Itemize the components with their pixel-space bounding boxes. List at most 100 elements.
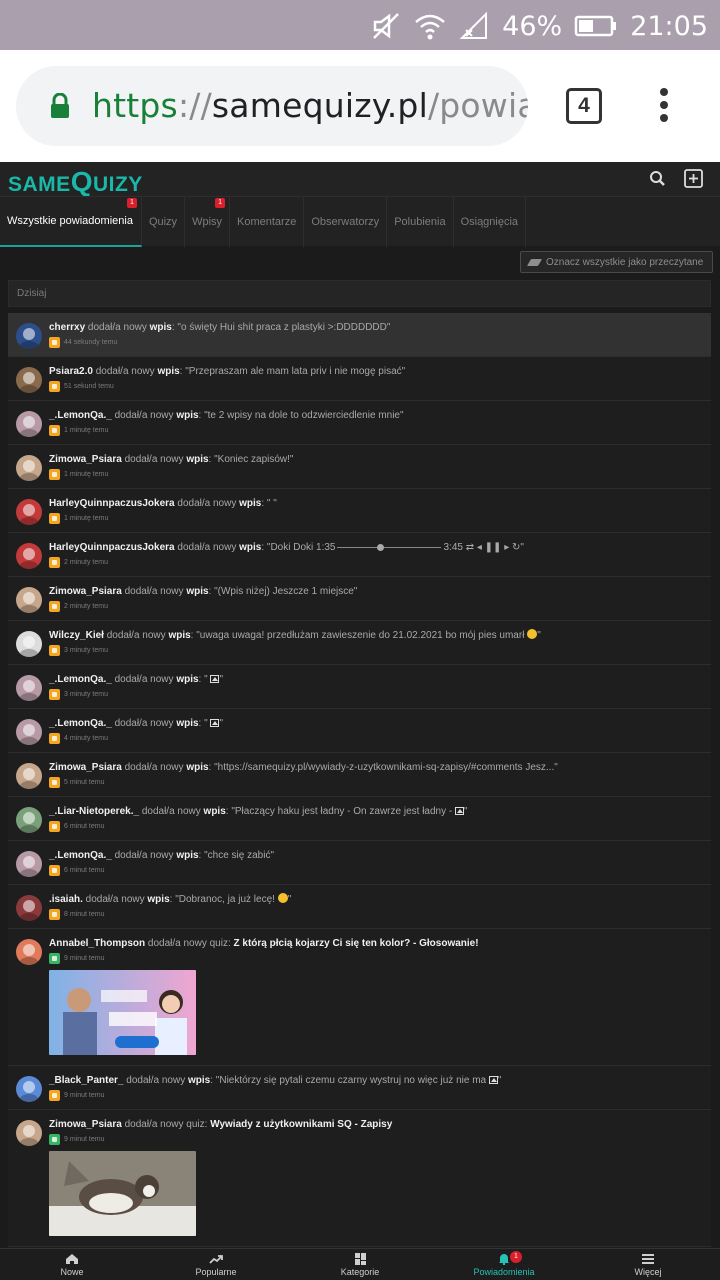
nav-kategorie[interactable]: Kategorie — [288, 1249, 432, 1280]
username-link[interactable]: HarleyQuinnpaczusJokera — [49, 498, 175, 509]
nav-powiadomienia[interactable]: Powiadomienia 1 — [432, 1249, 576, 1280]
emoji-icon — [277, 893, 288, 903]
username-link[interactable]: _.LemonQa._ — [49, 850, 112, 861]
timestamp: 6 minut temu — [64, 866, 105, 874]
tab-quizy[interactable]: Quizy — [142, 197, 186, 247]
quiz-title-link[interactable]: Wywiady z użytkownikami SQ - Zapisy — [210, 1119, 392, 1130]
notification-text: Wilczy_Kieł dodał/a nowy wpis: "uwaga uw… — [49, 629, 711, 642]
nav-popularne[interactable]: Popularne — [144, 1249, 288, 1280]
post-link[interactable]: wpis — [168, 630, 190, 641]
notification-item[interactable]: Psiara2.0 dodał/a nowy wpis: "Przeprasza… — [8, 357, 711, 401]
avatar[interactable] — [16, 499, 42, 525]
add-content-icon[interactable] — [684, 169, 703, 188]
username-link[interactable]: Zimowa_Psiara — [49, 586, 122, 597]
notification-item[interactable]: Annabel_Thompson dodał/a nowy quiz: Z kt… — [8, 929, 711, 1066]
post-link[interactable]: wpis — [188, 1075, 210, 1086]
avatar[interactable] — [16, 631, 42, 657]
avatar[interactable] — [16, 455, 42, 481]
nav-nowe[interactable]: Nowe — [0, 1249, 144, 1280]
notification-item[interactable]: _.LemonQa._ dodał/a nowy wpis: " " 4 minu… — [8, 709, 711, 753]
avatar[interactable] — [16, 367, 42, 393]
username-link[interactable]: _.LemonQa._ — [49, 718, 112, 729]
username-link[interactable]: Annabel_Thompson — [49, 938, 145, 949]
notification-meta: 1 minutę temu — [49, 425, 711, 436]
notification-item[interactable]: Zimowa_Psiara dodał/a nowy wpis: "(Wpis … — [8, 577, 711, 621]
username-link[interactable]: Psiara2.0 — [49, 366, 93, 377]
notification-item[interactable]: HarleyQuinnpaczusJokera dodał/a nowy wpi… — [8, 533, 711, 577]
post-excerpt: : " — [198, 718, 211, 729]
avatar[interactable] — [16, 323, 42, 349]
timestamp: 5 minut temu — [64, 778, 105, 786]
lock-icon — [51, 93, 69, 118]
browser-menu-icon[interactable] — [654, 88, 674, 128]
username-link[interactable]: _.LemonQa._ — [49, 410, 112, 421]
nav-więcej[interactable]: Więcej — [576, 1249, 720, 1280]
tab-polubienia[interactable]: Polubienia — [387, 197, 454, 247]
avatar[interactable] — [16, 1120, 42, 1146]
avatar[interactable] — [16, 1076, 42, 1102]
search-icon[interactable] — [649, 170, 666, 187]
mark-all-read-button[interactable]: Oznacz wszystkie jako przeczytane — [520, 251, 713, 273]
notification-item[interactable]: HarleyQuinnpaczusJokera dodał/a nowy wpi… — [8, 489, 711, 533]
avatar[interactable] — [16, 851, 42, 877]
notification-item[interactable]: _.LemonQa._ dodał/a nowy wpis: "te 2 wpi… — [8, 401, 711, 445]
avatar[interactable] — [16, 411, 42, 437]
username-link[interactable]: _Black_Panter_ — [49, 1075, 124, 1086]
notification-item[interactable]: _.LemonQa._ dodał/a nowy wpis: "chce się… — [8, 841, 711, 885]
avatar[interactable] — [16, 587, 42, 613]
tab-komentarze[interactable]: Komentarze — [230, 197, 305, 247]
quiz-title-link[interactable]: Z którą płcią kojarzy Ci się ten kolor? … — [234, 938, 479, 949]
username-link[interactable]: _.LemonQa._ — [49, 674, 112, 685]
username-link[interactable]: Zimowa_Psiara — [49, 1119, 122, 1130]
notification-item[interactable]: _Black_Panter_ dodał/a nowy wpis: "Niekt… — [8, 1066, 711, 1110]
avatar[interactable] — [16, 939, 42, 965]
tab-switcher-button[interactable]: 4 — [566, 88, 602, 124]
post-link[interactable]: wpis — [186, 454, 208, 465]
quiz-thumbnail[interactable] — [49, 970, 196, 1055]
post-excerpt: : "Przepraszam ale mam lata priv i nie m… — [179, 366, 406, 377]
site-logo[interactable]: sameQuizy — [8, 166, 143, 198]
tab-obserwatorzy[interactable]: Obserwatorzy — [304, 197, 388, 247]
username-link[interactable]: .isaiah. — [49, 894, 83, 905]
notification-item[interactable]: cherrxy dodał/a nowy wpis: "o święty Hui… — [8, 313, 711, 357]
post-link[interactable]: wpis — [176, 410, 198, 421]
post-link[interactable]: wpis — [186, 762, 208, 773]
username-link[interactable]: Zimowa_Psiara — [49, 454, 122, 465]
avatar[interactable] — [16, 807, 42, 833]
post-link[interactable]: wpis — [147, 894, 169, 905]
username-link[interactable]: HarleyQuinnpaczusJokera — [49, 542, 175, 553]
notification-item[interactable]: .isaiah. dodał/a nowy wpis: "Dobranoc, j… — [8, 885, 711, 929]
notification-item[interactable]: Wilczy_Kieł dodał/a nowy wpis: "uwaga uw… — [8, 621, 711, 665]
avatar[interactable] — [16, 675, 42, 701]
post-type-icon — [49, 733, 60, 744]
username-link[interactable]: _.Liar-Nietoperek._ — [49, 806, 139, 817]
post-link[interactable]: wpis — [176, 674, 198, 685]
username-link[interactable]: Zimowa_Psiara — [49, 762, 122, 773]
post-type-icon — [49, 513, 60, 524]
notification-item[interactable]: Zimowa_Psiara dodał/a nowy quiz: Wywiady… — [8, 1110, 711, 1247]
notification-item[interactable]: _.Liar-Nietoperek._ dodał/a nowy wpis: "… — [8, 797, 711, 841]
notification-item[interactable]: _.LemonQa._ dodał/a nowy wpis: " " 3 minu… — [8, 665, 711, 709]
post-link[interactable]: wpis — [176, 850, 198, 861]
quiz-thumbnail[interactable] — [49, 1151, 196, 1236]
username-link[interactable]: cherrxy — [49, 322, 85, 333]
post-link[interactable]: wpis — [157, 366, 179, 377]
username-link[interactable]: Wilczy_Kieł — [49, 630, 104, 641]
post-link[interactable]: wpis — [150, 322, 172, 333]
avatar[interactable] — [16, 543, 42, 569]
post-link[interactable]: wpis — [204, 806, 226, 817]
avatar[interactable] — [16, 763, 42, 789]
tab-osiągnięcia[interactable]: Osiągnięcia — [454, 197, 527, 247]
avatar[interactable] — [16, 719, 42, 745]
tab-wpisy[interactable]: Wpisy 1 — [185, 197, 231, 247]
notification-item[interactable]: Zimowa_Psiara dodał/a nowy wpis: "Koniec… — [8, 445, 711, 489]
tab-wszystkie[interactable]: Wszystkie powiadomienia 1 — [0, 197, 142, 247]
quiz-type-icon — [49, 953, 60, 964]
post-link[interactable]: wpis — [239, 498, 261, 509]
post-link[interactable]: wpis — [186, 586, 208, 597]
avatar[interactable] — [16, 895, 42, 921]
post-link[interactable]: wpis — [239, 542, 261, 553]
post-link[interactable]: wpis — [176, 718, 198, 729]
notification-item[interactable]: Zimowa_Psiara dodał/a nowy wpis: "https:… — [8, 753, 711, 797]
address-bar[interactable]: https://samequizy.pl/powiadomienia — [16, 66, 528, 146]
